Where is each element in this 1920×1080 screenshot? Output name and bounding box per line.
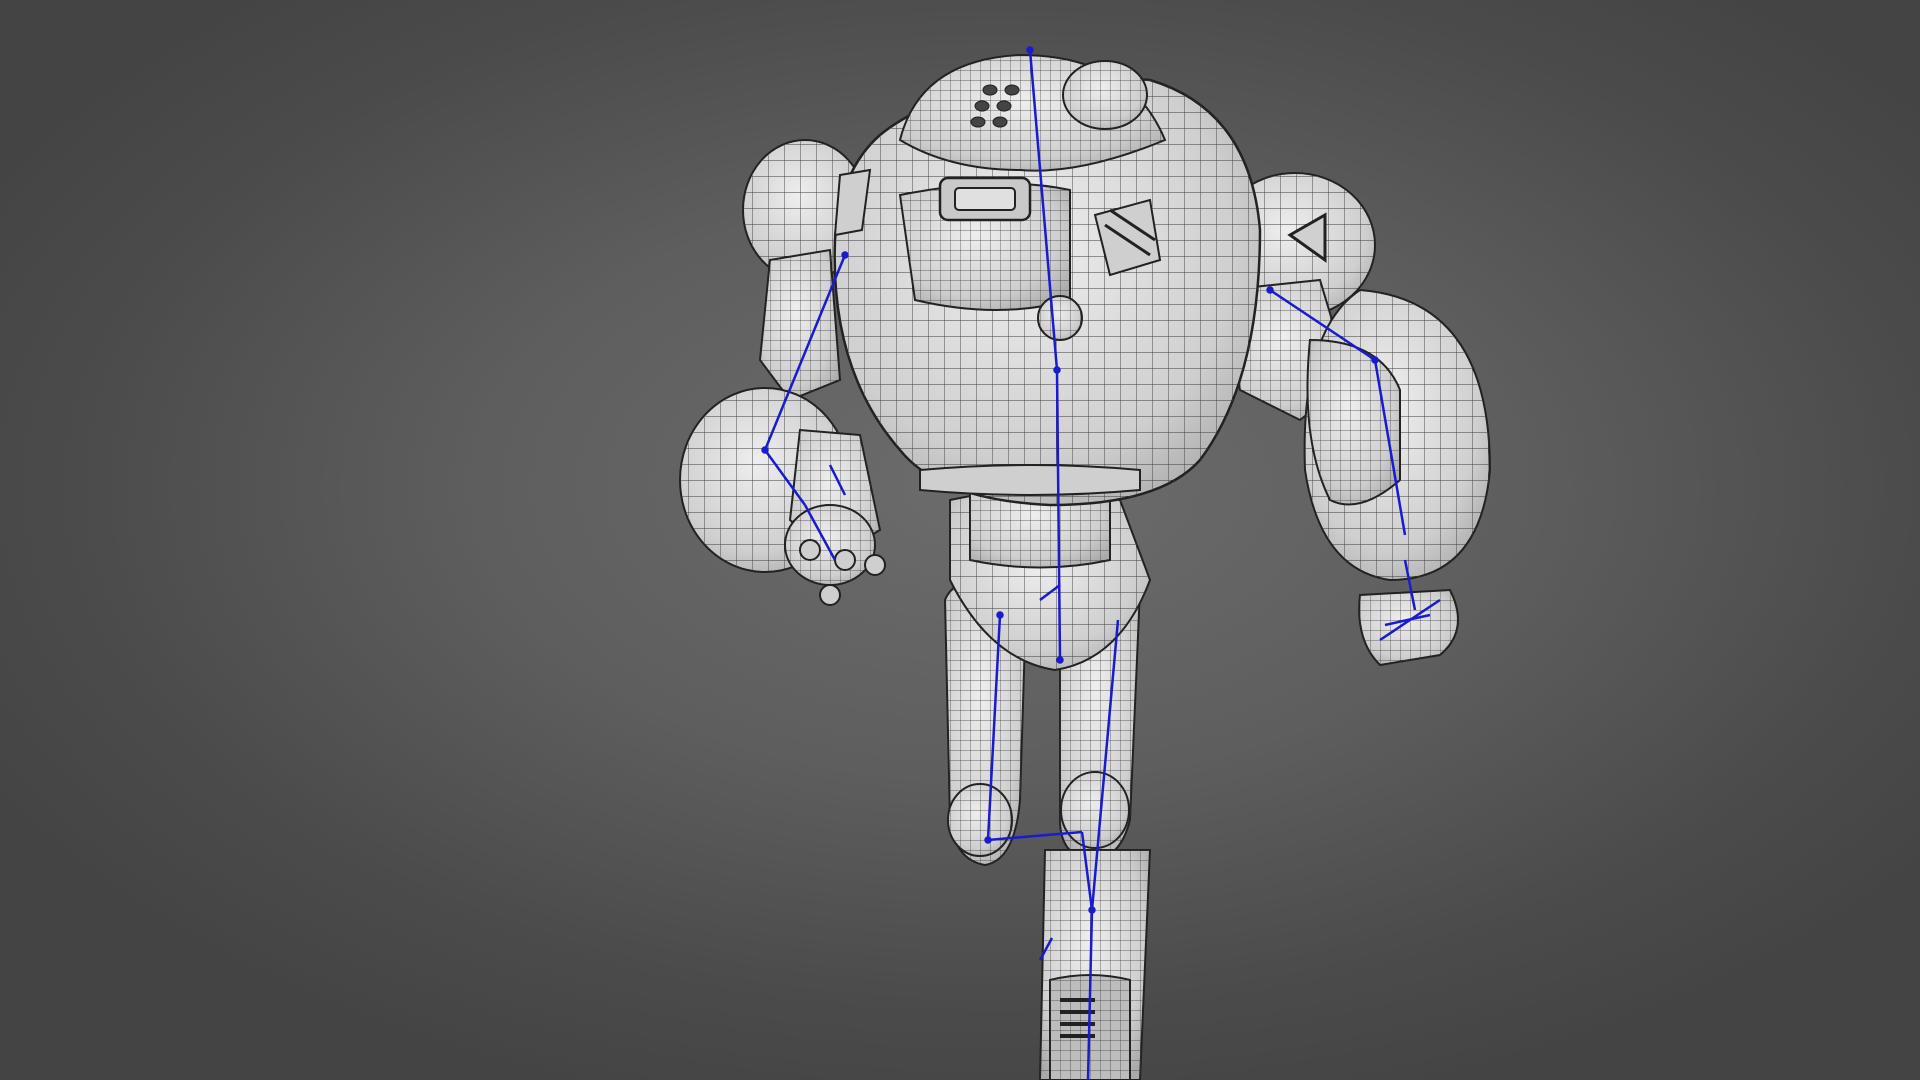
3d-viewport[interactable] <box>0 0 1920 1080</box>
torso <box>833 53 1262 507</box>
robot-model-render[interactable] <box>0 0 1920 1080</box>
